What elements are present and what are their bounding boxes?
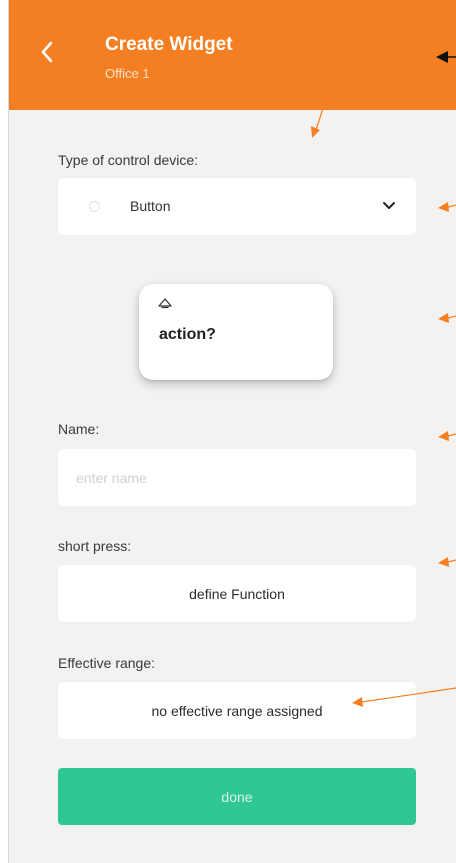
effective-range-value: no effective range assigned <box>151 702 323 719</box>
widget-preview-text: action? <box>159 326 216 343</box>
app-header: Create Widget Office 1 <box>9 0 456 110</box>
back-button[interactable] <box>37 38 57 66</box>
effective-range-button[interactable]: no effective range assigned <box>58 682 416 739</box>
radio-icon <box>89 201 100 212</box>
control-device-value: Button <box>130 198 171 214</box>
app-screen: Create Widget Office 1 Type of control d… <box>8 0 456 863</box>
name-label: Name: <box>58 421 100 437</box>
name-input[interactable] <box>58 449 416 506</box>
control-device-select[interactable]: Button <box>58 178 416 235</box>
define-function-label: define Function <box>189 585 285 602</box>
short-press-label: short press: <box>58 538 132 554</box>
control-device-label: Type of control device: <box>58 152 199 168</box>
page-title: Create Widget <box>105 34 233 55</box>
chevron-left-icon <box>41 41 53 63</box>
bell-icon <box>158 298 172 309</box>
page-subtitle: Office 1 <box>105 66 150 81</box>
effective-range-label: Effective range: <box>58 655 156 671</box>
chevron-down-icon <box>383 202 395 209</box>
define-function-button[interactable]: define Function <box>58 565 416 622</box>
widget-preview-card[interactable]: action? <box>139 284 333 380</box>
done-button[interactable]: done <box>58 768 416 825</box>
